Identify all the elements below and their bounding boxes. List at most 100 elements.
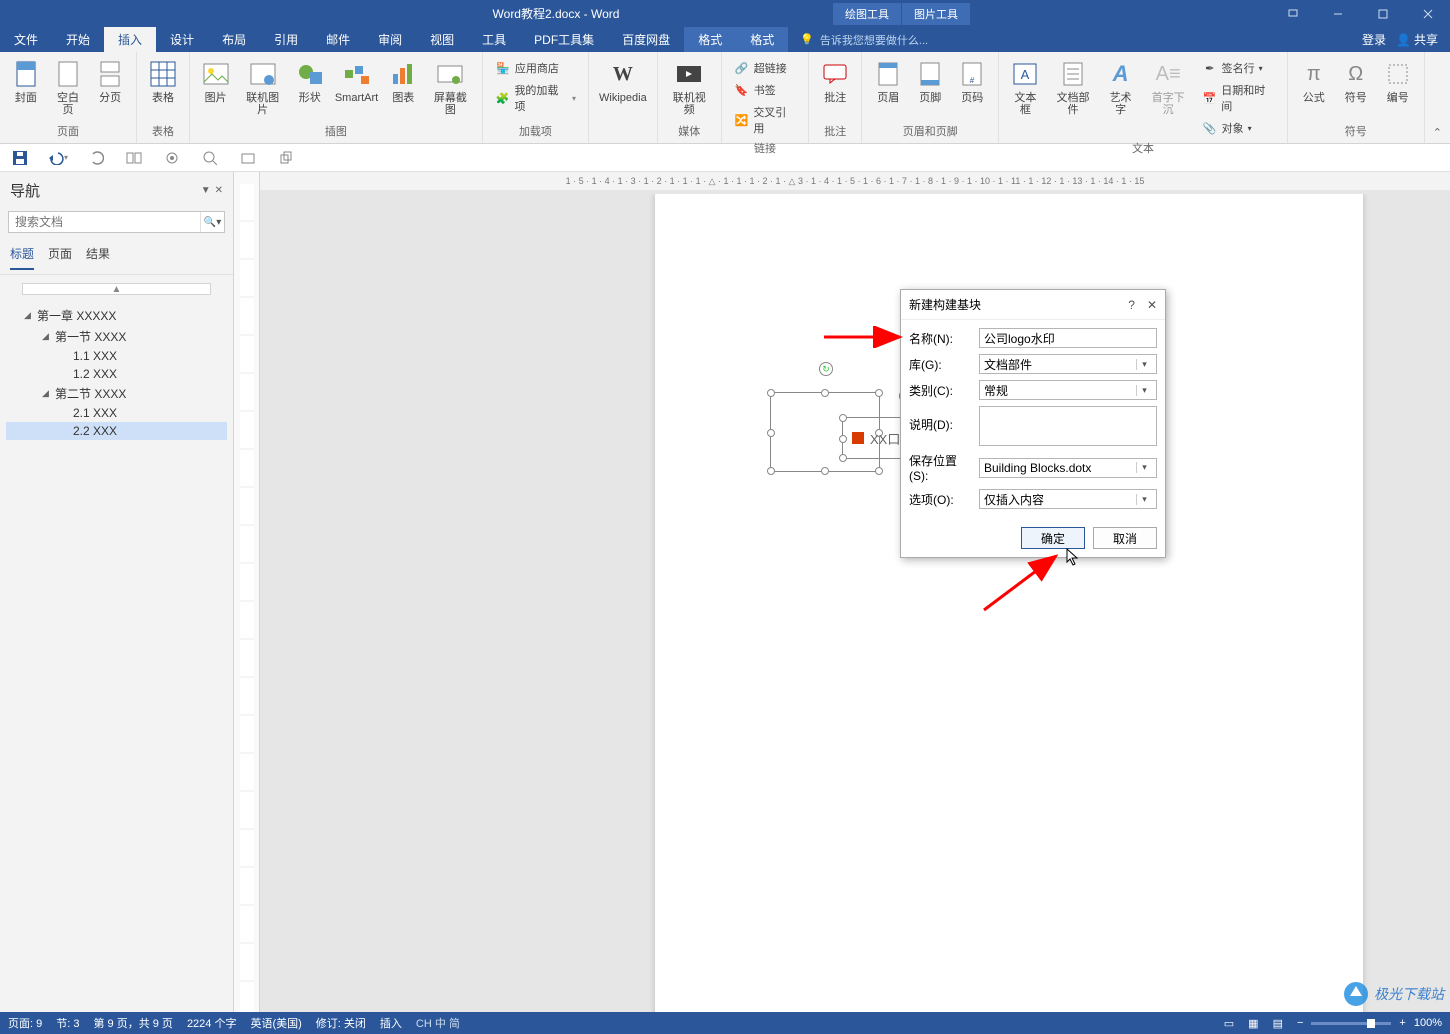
tab-review[interactable]: 审阅	[364, 27, 416, 52]
nav-dropdown-icon[interactable]: ▼	[201, 185, 211, 196]
tell-me-box[interactable]: 💡 告诉我您想要做什么...	[788, 27, 1362, 52]
wikipedia-button[interactable]: WWikipedia	[595, 56, 651, 106]
desc-textarea[interactable]	[979, 406, 1157, 446]
symbol-button[interactable]: Ω符号	[1336, 56, 1376, 106]
header-button[interactable]: 页眉	[868, 56, 908, 106]
tab-format-draw[interactable]: 格式	[684, 27, 736, 52]
cross-ref-button[interactable]: 🔀交叉引用	[730, 102, 801, 138]
undo-button[interactable]: ▾	[48, 148, 68, 168]
pictures-button[interactable]: 图片	[196, 56, 235, 106]
shapes-button[interactable]: 形状	[290, 56, 329, 106]
dialog-close-icon[interactable]: ✕	[1147, 298, 1157, 312]
equation-button[interactable]: π公式	[1294, 56, 1334, 106]
blank-page-button[interactable]: 空白页	[48, 56, 89, 118]
tab-view[interactable]: 视图	[416, 27, 468, 52]
dialog-help-icon[interactable]: ?	[1128, 298, 1135, 312]
smartart-button[interactable]: SmartArt	[331, 56, 381, 106]
gallery-combo[interactable]: 文档部件▾	[979, 354, 1157, 374]
quick-parts-button[interactable]: 文档部件	[1047, 56, 1098, 118]
collapse-ribbon-icon[interactable]: ⌃	[1425, 52, 1450, 143]
options-combo[interactable]: 仅插入内容▾	[979, 489, 1157, 509]
view-print-icon[interactable]: ▦	[1248, 1017, 1258, 1030]
number-button[interactable]: 编号	[1378, 56, 1418, 106]
qat-btn-5[interactable]	[162, 148, 182, 168]
tab-design[interactable]: 设计	[156, 27, 208, 52]
comment-button[interactable]: 批注	[815, 56, 855, 106]
nav-tree-item[interactable]: 2.1 XXX	[6, 404, 227, 422]
drop-cap-button[interactable]: A≡首字下沉	[1143, 56, 1194, 118]
zoom-in-icon[interactable]: +	[1399, 1017, 1405, 1029]
status-word-count[interactable]: 2224 个字	[187, 1015, 237, 1031]
status-section[interactable]: 节: 3	[56, 1015, 79, 1031]
wordart-button[interactable]: A艺术字	[1100, 56, 1140, 118]
minimize-icon[interactable]	[1315, 0, 1360, 27]
table-button[interactable]: 表格	[143, 56, 183, 106]
close-icon[interactable]	[1405, 0, 1450, 27]
rotate-handle-icon[interactable]: ↻	[819, 362, 833, 376]
online-video-button[interactable]: 联机视频	[664, 56, 715, 118]
ribbon-options-icon[interactable]	[1270, 0, 1315, 27]
status-page[interactable]: 页面: 9	[8, 1015, 42, 1031]
object-button[interactable]: 📎对象 ▾	[1198, 118, 1279, 138]
nav-tree-item[interactable]: ◢第一节 XXXX	[6, 326, 227, 347]
login-link[interactable]: 登录	[1362, 31, 1386, 48]
view-web-icon[interactable]: ▤	[1273, 1017, 1283, 1030]
page-break-button[interactable]: 分页	[90, 56, 130, 106]
nav-jump-bar[interactable]: ▲	[22, 283, 211, 295]
tab-tools[interactable]: 工具	[468, 27, 520, 52]
online-pictures-button[interactable]: 联机图片	[237, 56, 288, 118]
status-language[interactable]: 英语(美国)	[250, 1015, 301, 1031]
store-button[interactable]: 🏪应用商店	[491, 58, 580, 78]
bookmark-button[interactable]: 🔖书签	[730, 80, 801, 100]
tab-home[interactable]: 开始	[52, 27, 104, 52]
nav-tree-item-selected[interactable]: 2.2 XXX	[6, 422, 227, 440]
nav-tab-results[interactable]: 结果	[86, 245, 110, 270]
nav-tree-item[interactable]: ◢第二节 XXXX	[6, 383, 227, 404]
signature-button[interactable]: ✒签名行 ▾	[1198, 58, 1279, 78]
zoom-slider[interactable]	[1311, 1022, 1391, 1025]
tab-file[interactable]: 文件	[0, 27, 52, 52]
page-number-button[interactable]: #页码	[952, 56, 992, 106]
zoom-level[interactable]: 100%	[1414, 1017, 1442, 1029]
screenshot-button[interactable]: 屏幕截图	[425, 56, 476, 118]
zoom-out-icon[interactable]: −	[1297, 1017, 1303, 1029]
chart-button[interactable]: 图表	[384, 56, 423, 106]
footer-button[interactable]: 页脚	[910, 56, 950, 106]
nav-tab-pages[interactable]: 页面	[48, 245, 72, 270]
search-icon[interactable]: 🔍▾	[200, 212, 224, 232]
textbox-button[interactable]: A文本框	[1005, 56, 1045, 118]
nav-search-input[interactable]	[9, 212, 200, 232]
nav-tree-item[interactable]: 1.1 XXX	[6, 347, 227, 365]
ok-button[interactable]: 确定	[1021, 527, 1085, 549]
maximize-icon[interactable]	[1360, 0, 1405, 27]
tab-format-picture[interactable]: 格式	[736, 27, 788, 52]
datetime-button[interactable]: 📅日期和时间	[1198, 80, 1279, 116]
cancel-button[interactable]: 取消	[1093, 527, 1157, 549]
redo-button[interactable]	[86, 148, 106, 168]
view-read-icon[interactable]: ▭	[1224, 1017, 1234, 1030]
qat-btn-4[interactable]	[124, 148, 144, 168]
tab-references[interactable]: 引用	[260, 27, 312, 52]
tab-pdf[interactable]: PDF工具集	[520, 27, 608, 52]
qat-btn-6[interactable]	[200, 148, 220, 168]
status-insert[interactable]: 插入	[380, 1015, 402, 1031]
tab-insert[interactable]: 插入	[104, 27, 156, 52]
tab-baidu[interactable]: 百度网盘	[608, 27, 684, 52]
category-combo[interactable]: 常规▾	[979, 380, 1157, 400]
qat-btn-7[interactable]	[238, 148, 258, 168]
cover-page-button[interactable]: 封面	[6, 56, 46, 106]
name-input[interactable]	[979, 328, 1157, 348]
tab-layout[interactable]: 布局	[208, 27, 260, 52]
my-addins-button[interactable]: 🧩我的加载项 ▾	[491, 80, 580, 116]
nav-tree-item[interactable]: ◢第一章 XXXXX	[6, 305, 227, 326]
hyperlink-button[interactable]: 🔗超链接	[730, 58, 801, 78]
tab-mailings[interactable]: 邮件	[312, 27, 364, 52]
qat-btn-8[interactable]	[276, 148, 296, 168]
nav-close-icon[interactable]: ✕	[215, 185, 223, 196]
status-page-of[interactable]: 第 9 页，共 9 页	[93, 1015, 172, 1031]
status-track[interactable]: 修订: 关闭	[316, 1015, 366, 1031]
share-button[interactable]: 👤共享	[1396, 31, 1438, 48]
save-button[interactable]	[10, 148, 30, 168]
nav-tree-item[interactable]: 1.2 XXX	[6, 365, 227, 383]
savein-combo[interactable]: Building Blocks.dotx▾	[979, 458, 1157, 478]
